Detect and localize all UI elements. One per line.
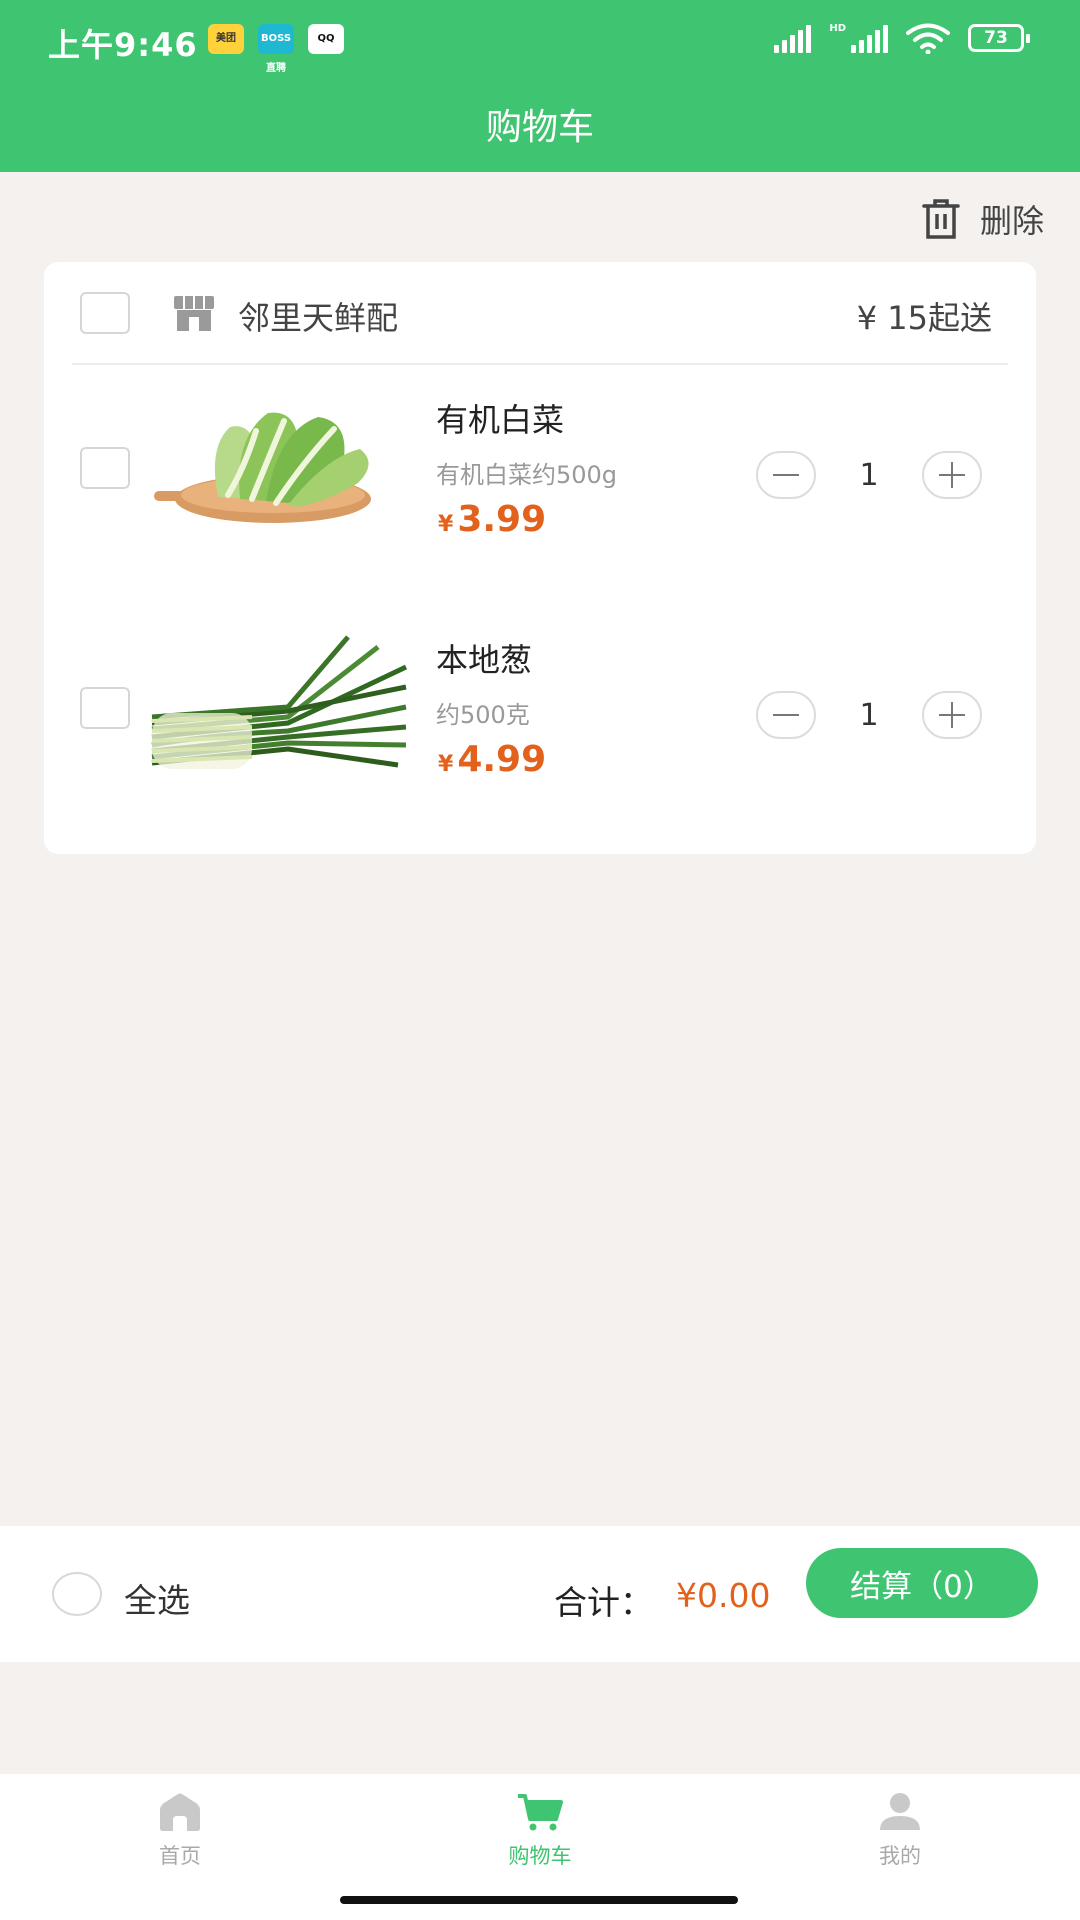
item-checkbox[interactable] [80,447,130,489]
item-description: 有机白菜约500g [436,461,618,489]
item-price: ¥4.99 [438,739,546,780]
status-time: 上午9:46 [48,26,198,64]
minus-icon [773,714,799,716]
trash-icon [922,199,960,239]
item-name: 本地葱 [436,641,533,679]
decrease-quantity-button[interactable] [756,451,816,499]
green-onion-image [151,635,408,769]
cell-signal-icon [774,23,812,53]
tab-cart[interactable]: 购物车 [450,1792,630,1870]
home-icon [160,1793,200,1831]
quantity-stepper: 1 [756,691,982,739]
currency-symbol: ¥ [438,512,454,537]
checkout-bar: 全选 合计： ¥0.00 结算（0） [0,1526,1080,1662]
checkout-button[interactable]: 结算（0） [806,1548,1038,1618]
tab-profile[interactable]: 我的 [810,1792,990,1870]
plus-icon [939,702,965,728]
plus-icon [939,462,965,488]
delete-label: 删除 [979,202,1044,240]
min-order-label: ¥ 15起送 [856,299,992,337]
increase-quantity-button[interactable] [922,451,982,499]
total-label: 合计： [554,1583,653,1622]
tab-home-label: 首页 [159,1844,201,1868]
increase-quantity-button[interactable] [922,691,982,739]
home-indicator[interactable] [340,1896,738,1904]
tab-home[interactable]: 首页 [90,1792,270,1870]
store-name: 邻里天鲜配 [238,299,399,337]
store-cart-card: 邻里天鲜配 ¥ 15起送 有机白菜 有机白菜约500g ¥3.99 1 本地葱 … [44,262,1036,854]
cart-icon [518,1794,563,1831]
item-checkbox[interactable] [80,687,130,729]
store-header: 邻里天鲜配 ¥ 15起送 [44,262,1036,365]
decrease-quantity-button[interactable] [756,691,816,739]
delete-button[interactable]: 删除 [920,196,1044,242]
item-name: 有机白菜 [436,401,565,439]
bok-choy-image [154,412,371,523]
price-value: 4.99 [457,739,547,780]
cart-item: 有机白菜 有机白菜约500g ¥3.99 1 [44,367,1036,597]
store-checkbox[interactable] [80,292,130,334]
wifi-icon [906,23,950,54]
select-all-label[interactable]: 全选 [124,1574,190,1622]
minus-icon [773,474,799,476]
user-icon [880,1793,920,1830]
item-price: ¥3.99 [438,499,546,540]
tab-profile-label: 我的 [879,1844,921,1868]
store-icon [174,296,214,331]
page-title: 购物车 [485,107,594,148]
select-all-radio[interactable] [52,1572,102,1616]
hd-signal-icon: HD [829,23,888,53]
meituan-notification-icon: 美团 [208,24,244,54]
total-value: ¥0.00 [676,1576,771,1615]
currency-symbol: ¥ [438,752,454,777]
price-value: 3.99 [457,499,547,540]
qq-notification-icon: QQ [308,24,344,54]
notification-icons: 美团 BOSS直聘 QQ [208,24,344,74]
app-header: 上午9:46 美团 BOSS直聘 QQ HD 73 购物车 [0,0,1080,172]
status-bar: 上午9:46 美团 BOSS直聘 QQ HD 73 [0,0,1080,80]
quantity-value: 1 [859,697,879,733]
item-description: 约500克 [436,701,530,729]
boss-notification-icon: BOSS直聘 [258,24,294,74]
cart-item: 本地葱 约500克 ¥4.99 1 [44,607,1036,837]
status-indicators: HD 73 [774,22,1030,54]
quantity-value: 1 [859,457,879,493]
battery-icon: 73 [968,24,1030,52]
quantity-stepper: 1 [756,451,982,499]
divider [72,363,1008,365]
tab-cart-label: 购物车 [508,1844,572,1868]
